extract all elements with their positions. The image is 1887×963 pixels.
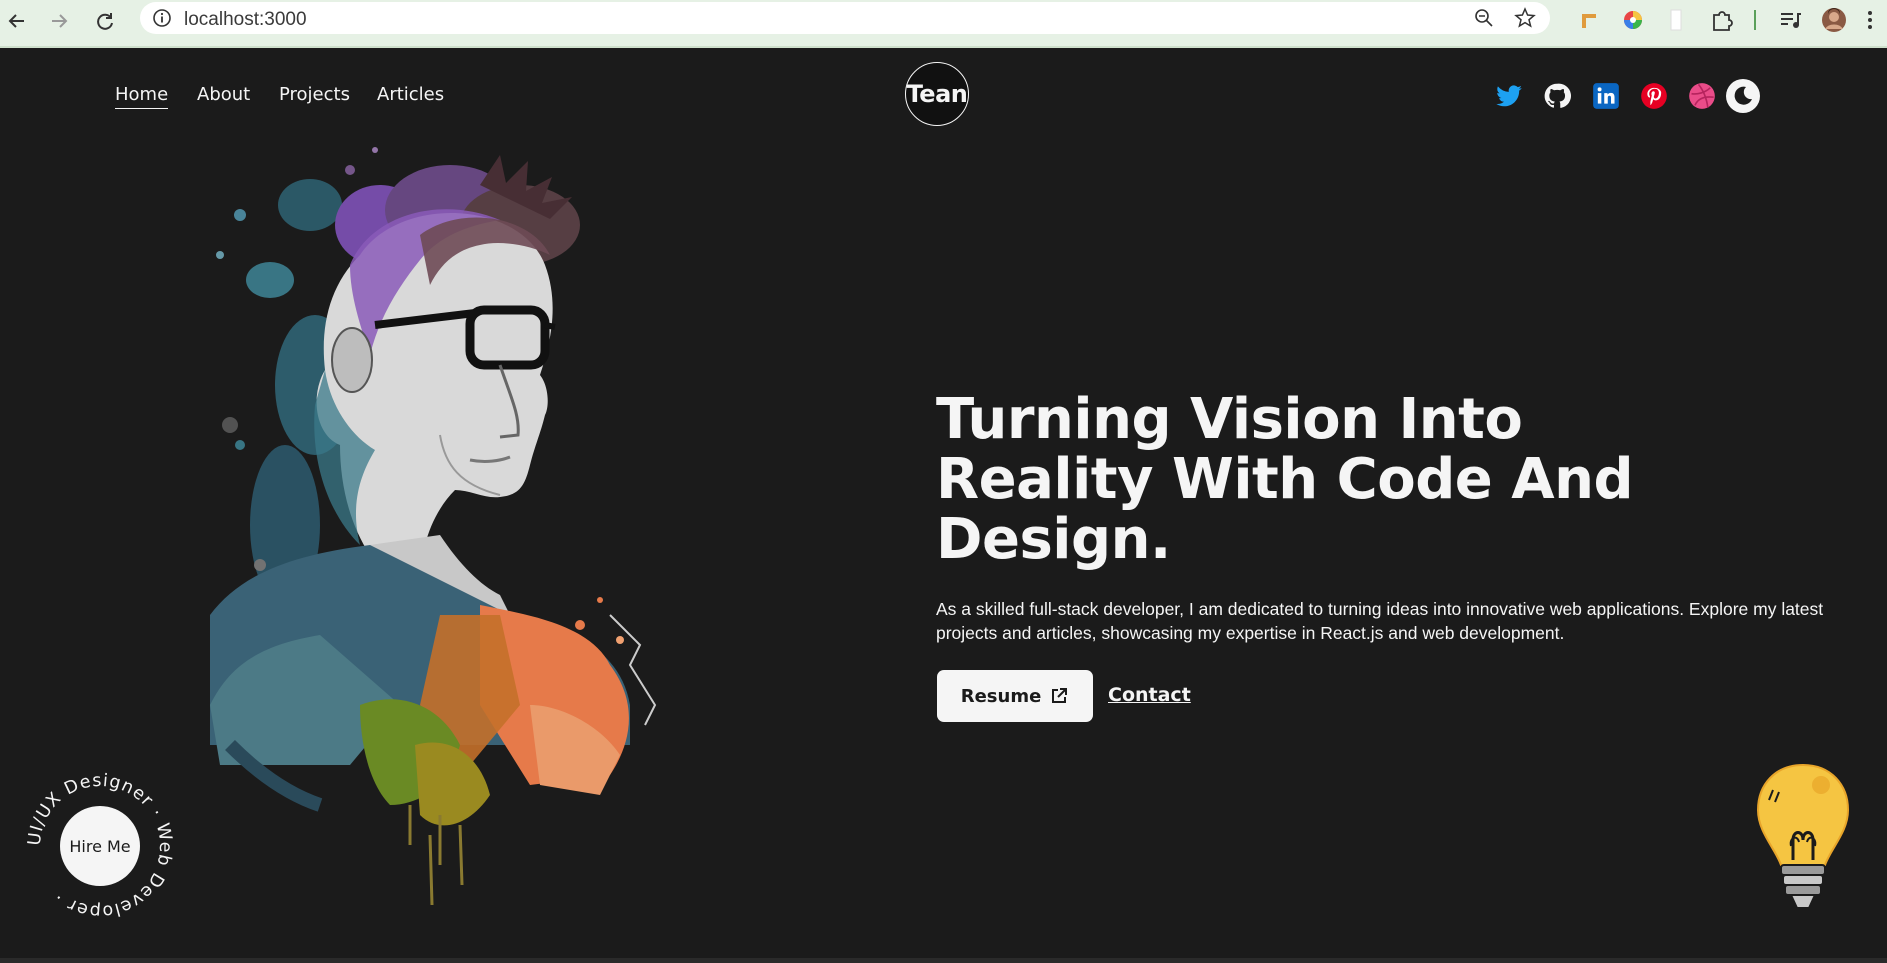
- external-link-icon: [1052, 688, 1068, 703]
- developer-portrait-image: [210, 147, 657, 906]
- site-header: Home About Projects Articles Tean: [0, 46, 1887, 146]
- extension-colorpicker-icon[interactable]: [1619, 6, 1647, 34]
- extension-ruler-icon[interactable]: [1576, 6, 1604, 34]
- nav-link-projects[interactable]: Projects: [279, 84, 350, 105]
- nav-link-articles[interactable]: Articles: [377, 84, 444, 105]
- extension-blank-icon[interactable]: [1662, 6, 1690, 34]
- zoom-icon[interactable]: [1474, 8, 1494, 28]
- resume-button-label: Resume: [960, 685, 1042, 707]
- bookmark-star-icon[interactable]: [1514, 7, 1536, 29]
- site-logo[interactable]: Tean: [905, 62, 969, 126]
- contact-link[interactable]: Contact: [1108, 684, 1191, 706]
- page-bottom-divider: [0, 958, 1887, 963]
- back-arrow-icon[interactable]: [2, 6, 32, 36]
- hero-headline: Turning Vision Into Reality With Code An…: [936, 387, 1634, 572]
- reload-icon[interactable]: [90, 6, 120, 36]
- pinterest-icon[interactable]: [1640, 82, 1668, 110]
- forward-arrow-icon[interactable]: [44, 6, 74, 36]
- linkedin-icon[interactable]: [1592, 82, 1620, 110]
- more-menu-icon[interactable]: [1860, 6, 1880, 34]
- twitter-icon[interactable]: [1495, 82, 1523, 110]
- profile-avatar-icon[interactable]: [1820, 6, 1848, 34]
- site-info-icon[interactable]: [152, 8, 172, 28]
- extensions-puzzle-icon[interactable]: [1708, 6, 1736, 34]
- hire-me-button[interactable]: Hire Me: [60, 806, 140, 886]
- resume-button[interactable]: Resume: [937, 670, 1093, 722]
- browser-toolbar: localhost:3000: [0, 0, 1887, 48]
- media-playlist-icon[interactable]: [1776, 6, 1804, 34]
- dribbble-icon[interactable]: [1688, 82, 1716, 110]
- hire-me-badge[interactable]: UI/UX Designer · Web Developer · Hire Me: [20, 766, 180, 926]
- nav-link-home[interactable]: Home: [115, 84, 169, 109]
- moon-icon: [1734, 86, 1752, 105]
- lightbulb-icon: [1756, 763, 1850, 909]
- theme-toggle-button[interactable]: [1726, 79, 1760, 113]
- github-icon[interactable]: [1543, 82, 1571, 110]
- hero-description: As a skilled full-stack developer, I am …: [936, 599, 1824, 643]
- toolbar-divider: [1754, 10, 1756, 30]
- address-bar[interactable]: localhost:3000: [140, 2, 1550, 34]
- url-text[interactable]: localhost:3000: [184, 9, 307, 31]
- nav-link-about[interactable]: About: [197, 84, 250, 105]
